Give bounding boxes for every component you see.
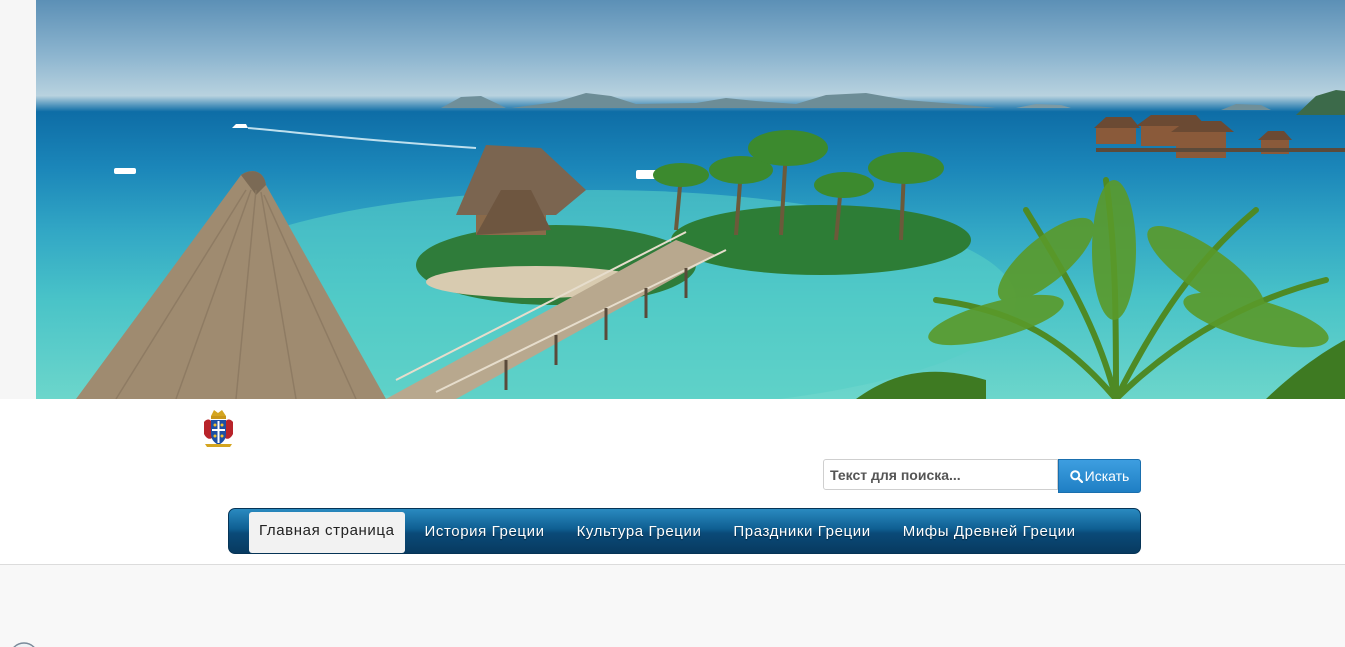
nav-item-myths[interactable]: Мифы Древней Греции bbox=[887, 510, 1092, 552]
coat-of-arms-logo[interactable] bbox=[201, 408, 236, 448]
search-icon bbox=[1069, 469, 1083, 483]
search-input[interactable] bbox=[823, 459, 1058, 490]
nav-item-label: Культура Греции bbox=[576, 522, 702, 540]
coat-of-arms-icon bbox=[204, 410, 233, 447]
nav-item-home[interactable]: Главная страница bbox=[249, 511, 405, 553]
search-button-label: Искать bbox=[1084, 468, 1130, 484]
scroll-top-icon[interactable] bbox=[8, 641, 40, 647]
nav-item-label: История Греции bbox=[424, 522, 545, 540]
tropical-resort-illustration bbox=[76, 90, 1345, 399]
nav-item-label: Мифы Древней Греции bbox=[902, 522, 1076, 540]
site-header: Искать Главная страница История Греции К… bbox=[0, 399, 1345, 565]
nav-item-culture[interactable]: Культура Греции bbox=[561, 510, 718, 552]
hero-banner-image bbox=[36, 0, 1345, 399]
search-button[interactable]: Искать bbox=[1058, 459, 1141, 493]
nav-item-holidays[interactable]: Праздники Греции bbox=[717, 510, 886, 552]
main-navigation: Главная страница История Греции Культура… bbox=[228, 508, 1141, 554]
nav-item-label: Праздники Греции bbox=[733, 522, 871, 540]
nav-item-history[interactable]: История Греции bbox=[405, 510, 561, 552]
left-margin-strip bbox=[0, 0, 36, 399]
nav-item-label: Главная страница bbox=[259, 521, 395, 539]
